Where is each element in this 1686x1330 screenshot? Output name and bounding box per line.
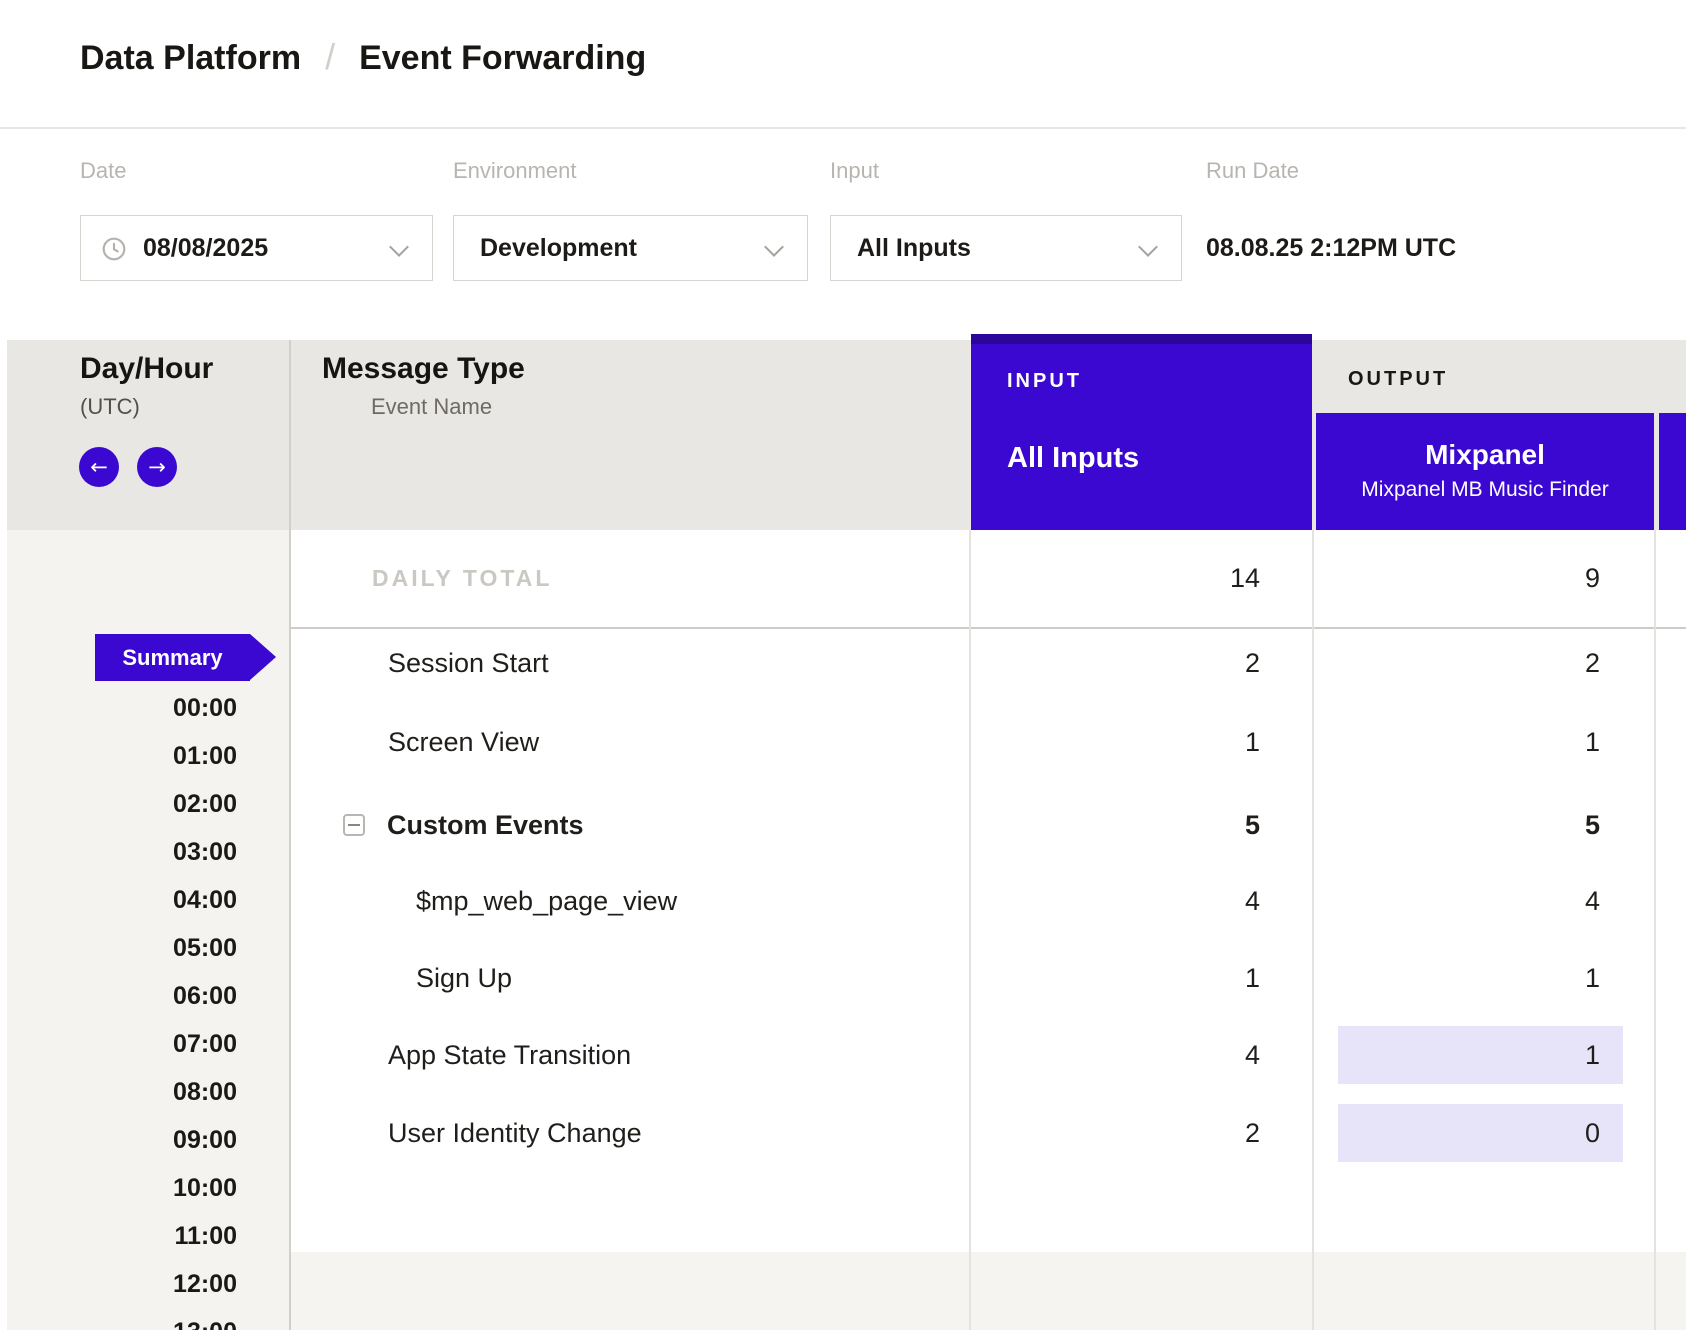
input-column-label: INPUT: [1007, 370, 1082, 393]
output-value-cell: 5: [1316, 805, 1600, 845]
arrow-right-icon: →: [148, 457, 166, 478]
input-value: All Inputs: [857, 216, 971, 280]
output-value-cell: 2: [1316, 643, 1600, 683]
mixpanel-column-header[interactable]: Mixpanel Mixpanel MB Music Finder: [1316, 413, 1654, 530]
clock-icon: [101, 236, 127, 262]
event-label: App State Transition: [388, 1035, 631, 1075]
hour-label[interactable]: 01:00: [100, 740, 237, 772]
event-label: User Identity Change: [388, 1113, 642, 1153]
column-divider: [1654, 530, 1656, 1330]
hour-label[interactable]: 07:00: [100, 1028, 237, 1060]
mixpanel-title: Mixpanel: [1316, 439, 1654, 471]
hour-label[interactable]: 05:00: [100, 932, 237, 964]
minus-icon: [348, 824, 360, 826]
breadcrumb-page: Event Forwarding: [359, 39, 646, 78]
arrow-left-icon: ←: [90, 457, 108, 478]
hour-label[interactable]: 13:00: [100, 1316, 237, 1330]
mixpanel-subtitle: Mixpanel MB Music Finder: [1316, 478, 1654, 502]
hour-label[interactable]: 03:00: [100, 836, 237, 868]
output-value-cell: 1: [1316, 1035, 1600, 1075]
hour-label[interactable]: 00:00: [100, 692, 237, 724]
date-filter-label: Date: [80, 158, 126, 184]
environment-value: Development: [480, 216, 637, 280]
input-value-cell: 4: [971, 881, 1260, 921]
event-label: Screen View: [388, 722, 539, 762]
date-dropdown[interactable]: 08/08/2025: [80, 215, 433, 281]
hour-label[interactable]: 09:00: [100, 1124, 237, 1156]
event-name-subtitle: Event Name: [371, 394, 492, 420]
chevron-down-icon: [1138, 237, 1158, 257]
output-column-label: OUTPUT: [1348, 368, 1448, 391]
hour-label[interactable]: 04:00: [100, 884, 237, 916]
event-label: $mp_web_page_view: [416, 881, 677, 921]
daily-total-output-value: 9: [1316, 558, 1600, 598]
output-value-cell: 1: [1316, 958, 1600, 998]
chevron-down-icon: [764, 237, 784, 257]
output-value-cell: 1: [1316, 722, 1600, 762]
daily-total-input-value: 14: [971, 558, 1260, 598]
hour-label[interactable]: 06:00: [100, 980, 237, 1012]
day-hour-title: Day/Hour: [80, 352, 213, 386]
breadcrumb-separator: /: [325, 36, 335, 78]
environment-filter-label: Environment: [453, 158, 577, 184]
header-divider: [0, 127, 1686, 129]
input-column-selected-indicator: [971, 334, 1312, 344]
utc-subtitle: (UTC): [80, 394, 140, 420]
column-divider: [289, 340, 291, 1330]
breadcrumb: Data Platform / Event Forwarding: [80, 36, 646, 78]
input-value-cell: 4: [971, 1035, 1260, 1075]
output-value-cell: 0: [1316, 1113, 1600, 1153]
input-column-value: All Inputs: [1007, 442, 1139, 475]
input-filter-label: Input: [830, 158, 879, 184]
input-value-cell: 1: [971, 722, 1260, 762]
input-value-cell: 2: [971, 643, 1260, 683]
event-label: Sign Up: [416, 958, 512, 998]
summary-arrow-icon: [250, 634, 276, 680]
previous-day-button[interactable]: ←: [79, 447, 119, 487]
event-label: Session Start: [388, 643, 549, 683]
summary-tag[interactable]: Summary: [95, 634, 250, 681]
column-divider: [1312, 530, 1314, 1330]
input-value-cell: 5: [971, 805, 1260, 845]
empty-rows-band: [290, 1252, 1686, 1330]
hour-label[interactable]: 08:00: [100, 1076, 237, 1108]
input-column-header[interactable]: INPUT All Inputs: [971, 334, 1312, 530]
message-type-title: Message Type: [322, 352, 525, 386]
run-date-value: 08.08.25 2:12PM UTC: [1206, 215, 1456, 281]
environment-dropdown[interactable]: Development: [453, 215, 808, 281]
collapse-toggle[interactable]: [343, 814, 365, 836]
output-value-cell: 4: [1316, 881, 1600, 921]
hour-label[interactable]: 11:00: [100, 1220, 237, 1252]
chevron-down-icon: [389, 237, 409, 257]
daily-total-label: DAILY TOTAL: [372, 558, 552, 598]
run-date-label: Run Date: [1206, 158, 1299, 184]
event-forwarding-screen: Data Platform / Event Forwarding Date En…: [0, 0, 1686, 1330]
next-day-button[interactable]: →: [137, 447, 177, 487]
input-value-cell: 1: [971, 958, 1260, 998]
event-label: Custom Events: [387, 805, 584, 845]
input-dropdown[interactable]: All Inputs: [830, 215, 1182, 281]
input-value-cell: 2: [971, 1113, 1260, 1153]
next-output-column-header[interactable]: [1659, 413, 1686, 530]
daily-total-divider: [290, 627, 1686, 629]
hour-label[interactable]: 02:00: [100, 788, 237, 820]
hour-label[interactable]: 10:00: [100, 1172, 237, 1204]
date-value: 08/08/2025: [143, 216, 268, 280]
summary-label: Summary: [122, 645, 222, 670]
hour-label[interactable]: 12:00: [100, 1268, 237, 1300]
breadcrumb-section[interactable]: Data Platform: [80, 39, 301, 78]
